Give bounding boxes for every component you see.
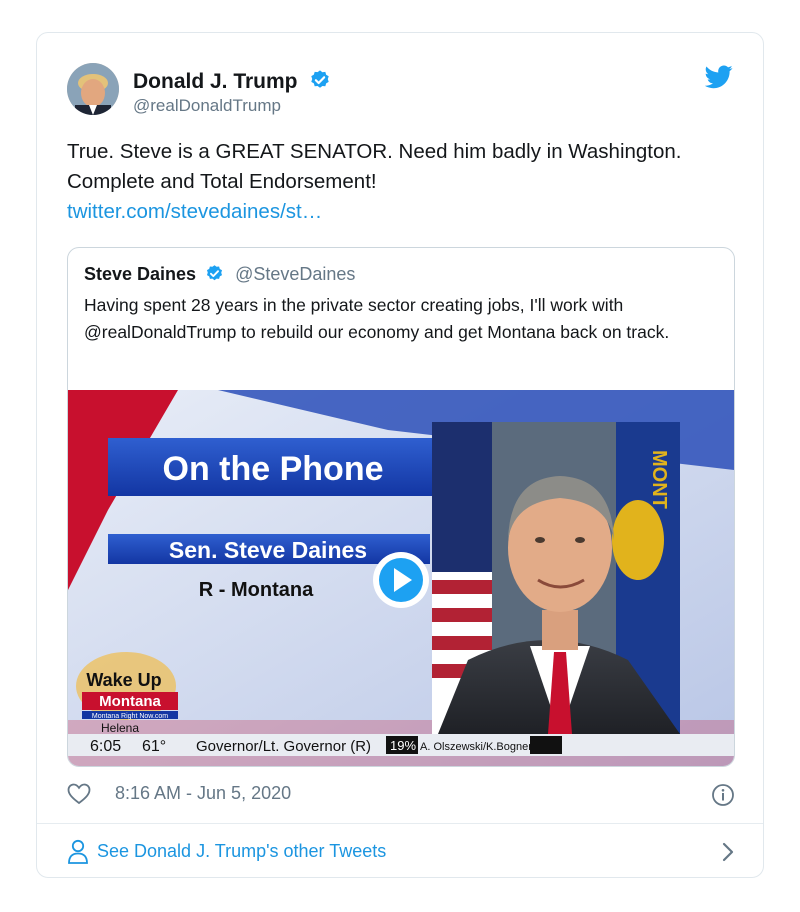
flag-text: MONT: [648, 450, 670, 509]
senator-photo: MONT: [432, 422, 680, 734]
banner-title: On the Phone: [163, 450, 384, 488]
divider: [37, 823, 763, 824]
author-name[interactable]: Donald J. Trump: [133, 69, 331, 97]
avatar[interactable]: [67, 63, 119, 115]
logo-sub: Montana Right Now.com: [92, 713, 168, 720]
heart-icon[interactable]: [67, 783, 91, 810]
person-icon: [67, 839, 89, 870]
see-other-tweets-link[interactable]: See Donald J. Trump's other Tweets: [97, 841, 386, 862]
ticker-percent: 19%: [390, 738, 416, 753]
quoted-tweet[interactable]: Steve Daines @SteveDaines Having spent 2…: [67, 247, 735, 767]
party-label: R - Montana: [199, 579, 314, 601]
author-handle[interactable]: @realDonaldTrump: [133, 96, 281, 116]
ticker-time: 6:05: [90, 738, 121, 755]
video-thumbnail[interactable]: On the Phone Sen. Steve Daines R - Monta…: [68, 390, 734, 766]
tweet-meta: 8:16 AM - Jun 5, 2020: [67, 781, 735, 809]
tweet-link[interactable]: twitter.com/stevedaines/st…: [67, 197, 727, 227]
ticker-race: Governor/Lt. Governor (R): [196, 738, 371, 755]
quoted-tweet-text: Having spent 28 years in the private sec…: [84, 295, 670, 342]
name-label: Sen. Steve Daines: [169, 537, 367, 563]
play-button[interactable]: [373, 552, 429, 608]
quoted-tweet-header: Steve Daines @SteveDaines: [84, 264, 355, 288]
twitter-bird-icon[interactable]: [704, 65, 733, 94]
tweet-body: True. Steve is a GREAT SENATOR. Need him…: [67, 140, 682, 193]
ticker-temperature: 61°: [142, 738, 166, 755]
chevron-right-icon[interactable]: [721, 841, 735, 868]
quoted-author-name[interactable]: Steve Daines: [84, 264, 196, 284]
logo-line1: Wake Up: [86, 670, 161, 690]
logo-line2: Montana: [99, 693, 161, 710]
info-icon[interactable]: [711, 783, 735, 812]
tweet-timestamp[interactable]: 8:16 AM - Jun 5, 2020: [115, 783, 291, 804]
location: Helena: [101, 721, 139, 735]
verified-badge-icon: [309, 69, 331, 97]
tweet-text: True. Steve is a GREAT SENATOR. Need him…: [67, 137, 727, 227]
verified-badge-icon: [205, 264, 224, 288]
tweet-card: Donald J. Trump @realDonaldTrump True. S…: [36, 32, 764, 878]
quoted-author-handle[interactable]: @SteveDaines: [235, 264, 355, 284]
see-more-row[interactable]: See Donald J. Trump's other Tweets: [67, 837, 735, 867]
ticker-names: A. Olszewski/K.Bogner: [420, 741, 532, 753]
